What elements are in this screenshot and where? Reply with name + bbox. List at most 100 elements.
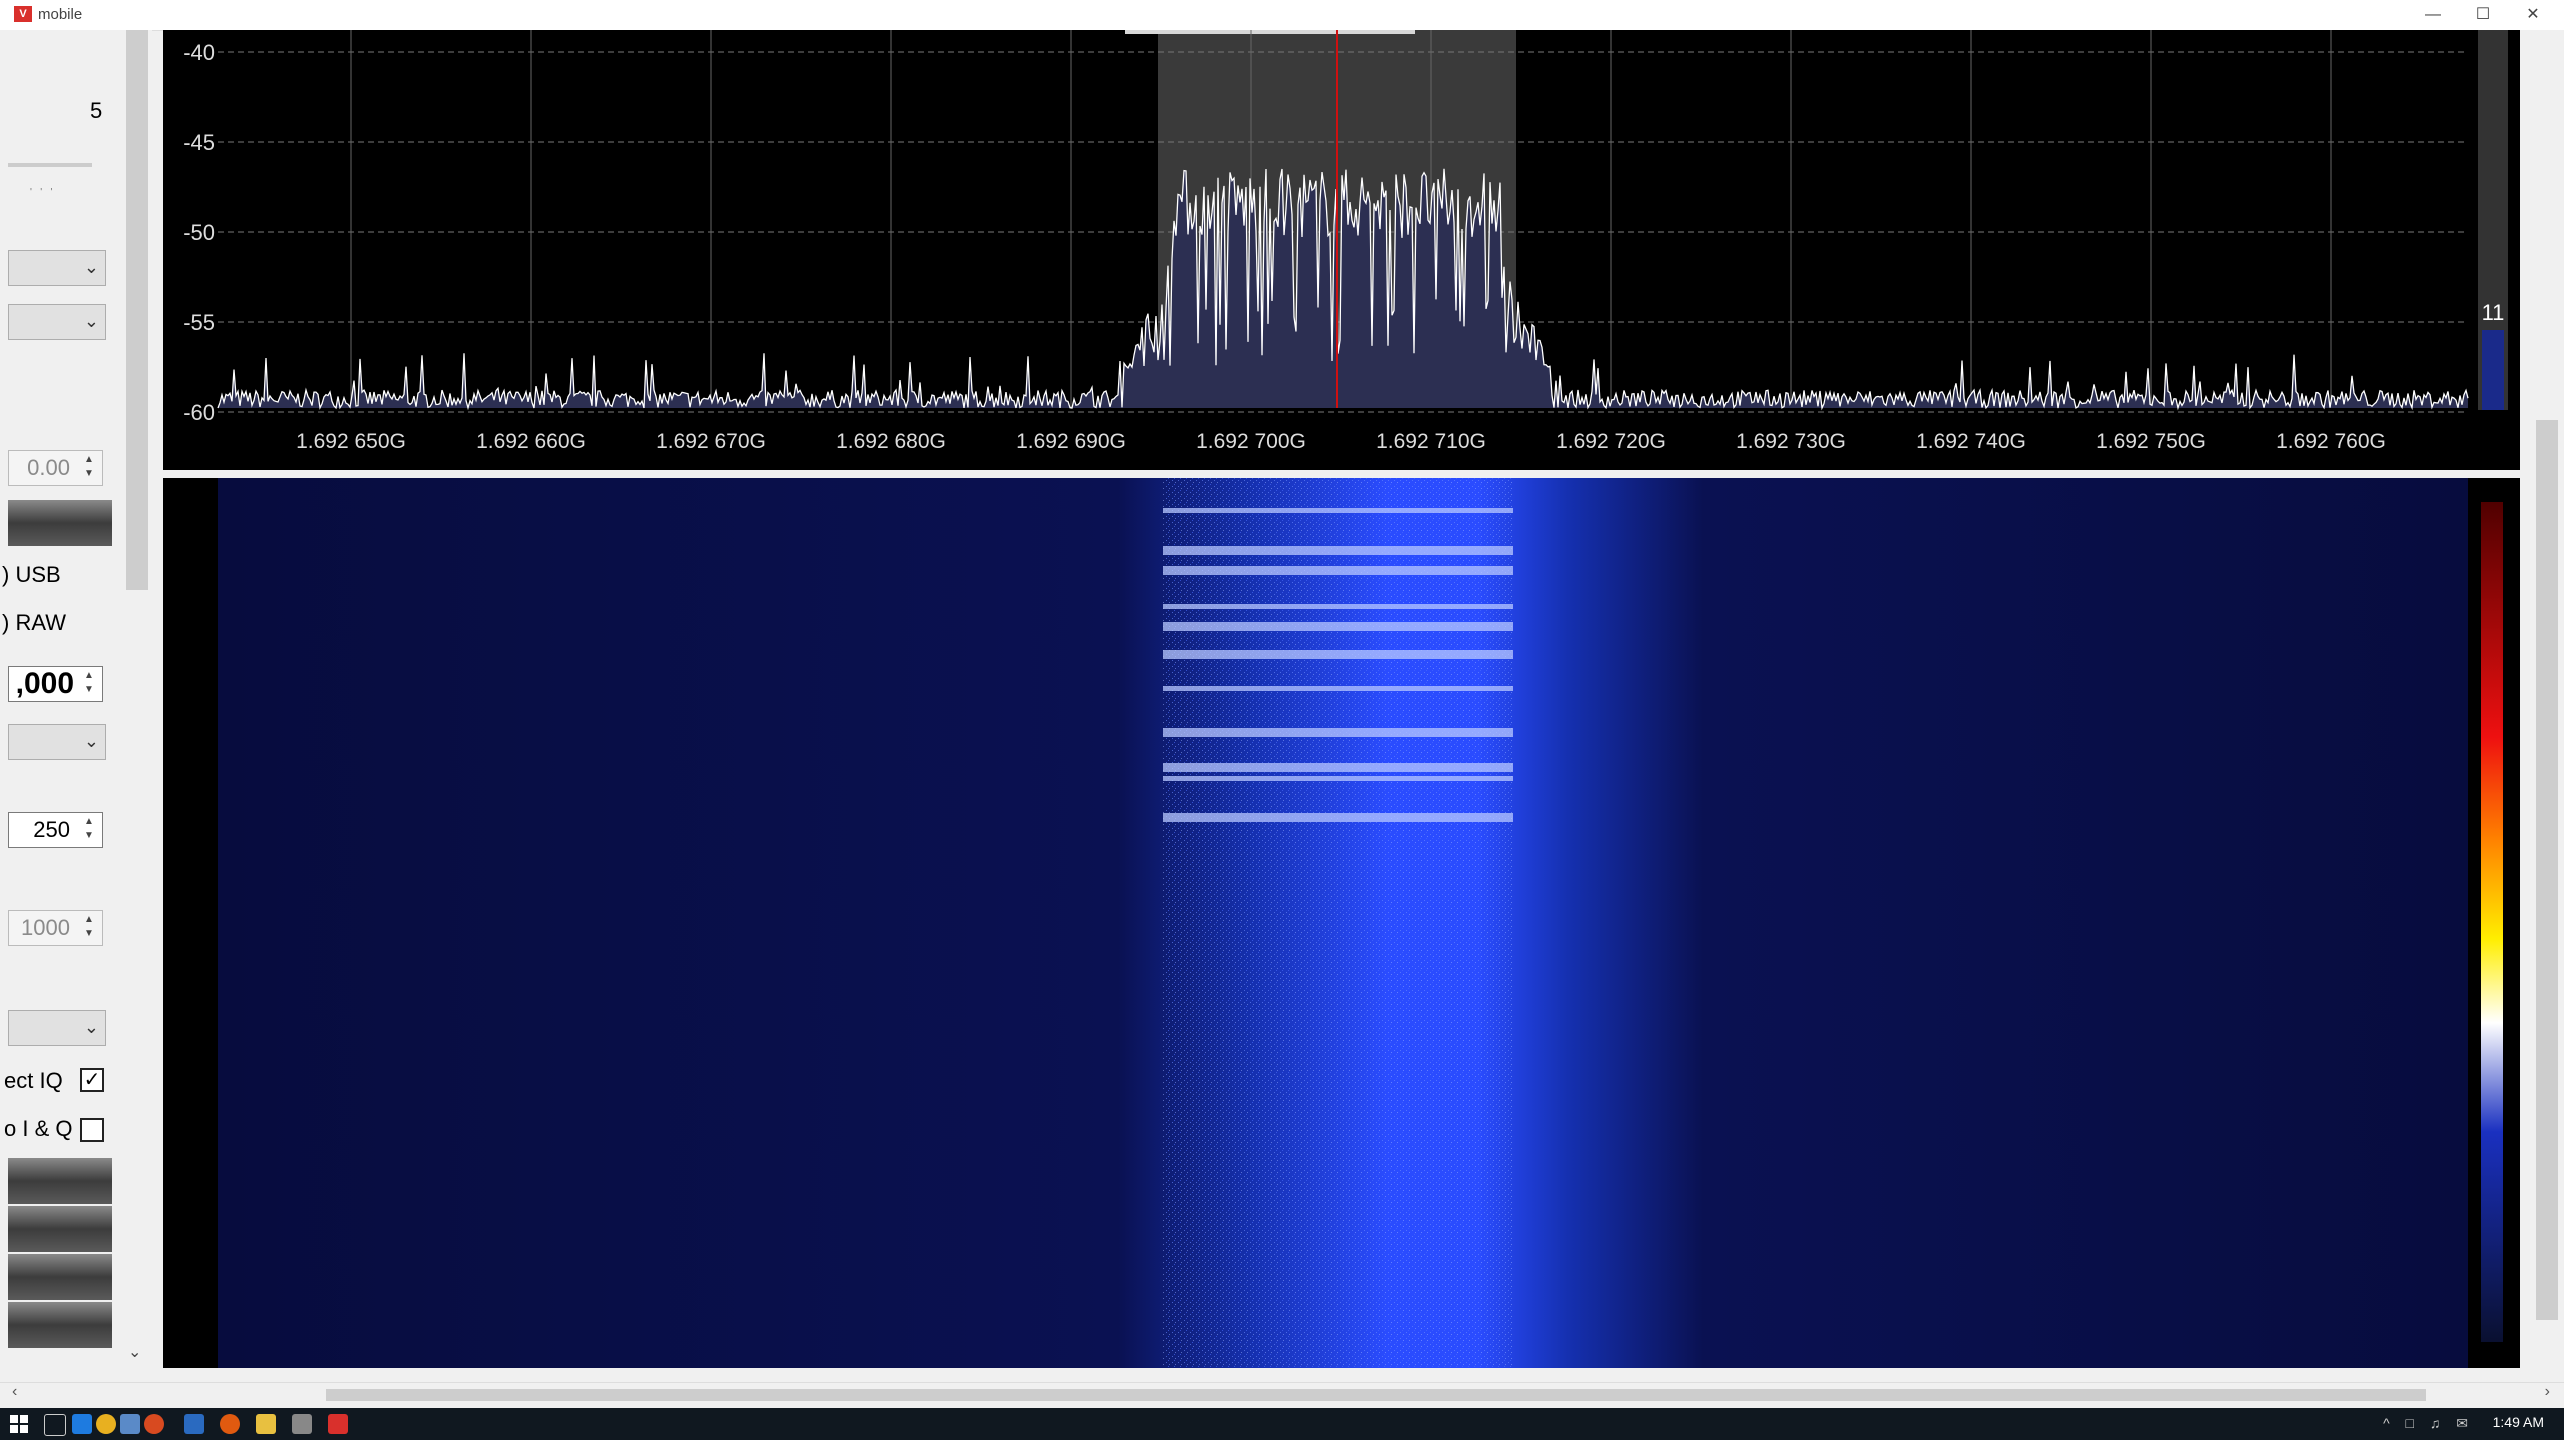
app-icon-3[interactable] (144, 1414, 164, 1434)
spinner-arrows-icon[interactable]: ▲ ▼ (78, 913, 100, 943)
level-meter-fill (2482, 330, 2504, 410)
dropdown-3[interactable]: ⌄ (8, 724, 106, 760)
waterfall-plot (218, 478, 2503, 1368)
x-tick-label: 1.692 660G (476, 430, 586, 453)
chevron-down-icon: ⌄ (83, 1017, 99, 1037)
x-tick-label: 1.692 740G (1916, 430, 2026, 453)
right-scrollbar[interactable] (2536, 420, 2558, 1320)
radio-usb[interactable]: ) USB (2, 562, 61, 588)
burst-line (1163, 546, 1513, 555)
y-tick-label: -50 (183, 220, 215, 245)
app-icon-1[interactable] (72, 1414, 92, 1434)
app-icon-2[interactable] (120, 1414, 140, 1434)
radio-usb-label: USB (15, 562, 61, 587)
burst-line (1163, 813, 1513, 822)
dark-button-2[interactable] (8, 1158, 112, 1204)
spectrum-display[interactable]: -40 -45 -50 -55 -60 1.692 650G 1.692 660G 1.69… (163, 30, 2520, 470)
swap-iq-checkbox[interactable] (80, 1118, 104, 1142)
radio-raw-label: RAW (15, 610, 66, 635)
slider-track[interactable] (8, 163, 92, 167)
slider-ticks: ' ' ' (30, 187, 53, 198)
x-tick-label: 1.692 650G (296, 430, 406, 453)
scroll-down-icon[interactable]: ⌄ (128, 1342, 141, 1362)
y-tick-label: -40 (183, 40, 215, 65)
burst-line (1163, 566, 1513, 575)
offset-value: 0.00 (27, 455, 70, 480)
system-tray[interactable]: ^ □ ♫ ✉ (2383, 1415, 2474, 1432)
x-tick-label: 1.692 760G (2276, 430, 2386, 453)
close-button[interactable]: ✕ (2510, 0, 2556, 30)
spinner-arrows-icon[interactable]: ▲ ▼ (78, 815, 100, 845)
left-panel-scrollbar[interactable]: ⌄ (124, 30, 152, 1370)
app-icon-5[interactable] (220, 1414, 240, 1434)
frequency-spinner[interactable]: ,000 ▲ ▼ (8, 666, 103, 702)
minimize-button[interactable]: — (2410, 0, 2456, 30)
waterfall-noise (1163, 478, 1513, 1368)
dropdown-1[interactable]: ⌄ (8, 250, 106, 286)
sdr-app-icon[interactable] (328, 1414, 348, 1434)
level-value: 11 (2482, 300, 2505, 325)
y-tick-label: -55 (183, 310, 215, 335)
correct-iq-checkbox[interactable]: ✓ (80, 1068, 104, 1092)
maximize-button[interactable]: ☐ (2460, 0, 2506, 30)
spinner-arrows-icon[interactable]: ▲ ▼ (78, 453, 100, 483)
burst-line (1163, 604, 1513, 609)
taskbar: ^ □ ♫ ✉ 1:49 AM (0, 1408, 2564, 1440)
x-tick-label: 1.692 680G (836, 430, 946, 453)
spinner-250[interactable]: 250 ▲ ▼ (8, 812, 103, 848)
y-axis-ticks: -40 -45 -50 -55 -60 (183, 40, 215, 425)
frequency-value: ,000 (15, 667, 74, 700)
burst-line (1163, 650, 1513, 659)
scroll-left-icon[interactable]: ‹ (12, 1383, 17, 1401)
correct-iq-label: ect IQ (4, 1068, 63, 1093)
burst-line (1163, 763, 1513, 772)
file-explorer-icon[interactable] (256, 1414, 276, 1434)
dark-button-5[interactable] (8, 1302, 112, 1348)
scrollbar-thumb[interactable] (126, 30, 148, 590)
x-tick-label: 1.692 690G (1016, 430, 1126, 453)
spinner-arrows-icon[interactable]: ▲ ▼ (78, 669, 100, 699)
burst-line (1163, 776, 1513, 781)
color-scale-bar (2481, 502, 2503, 1342)
spinner-1000[interactable]: 1000 ▲ ▼ (8, 910, 103, 946)
x-tick-label: 1.692 700G (1196, 430, 1306, 453)
spinner-1000-value: 1000 (21, 915, 70, 940)
burst-line (1163, 686, 1513, 691)
waterfall-display[interactable] (163, 478, 2520, 1368)
spinner-250-value: 250 (33, 817, 70, 842)
title-bar: V mobile — ☐ ✕ (0, 0, 2564, 31)
dark-button-3[interactable] (8, 1206, 112, 1252)
burst-line (1163, 622, 1513, 631)
filter-tab[interactable] (1125, 30, 1415, 34)
offset-spinner[interactable]: 0.00 ▲ ▼ (8, 450, 103, 486)
swap-iq-label: o I & Q (4, 1116, 73, 1141)
burst-line (1163, 508, 1513, 513)
radio-raw[interactable]: ) RAW (2, 610, 66, 636)
scroll-right-icon[interactable]: › (2545, 1383, 2550, 1401)
control-panel: 5 ' ' ' ⌄ ⌄ 0.00 ▲ ▼ ) USB ) RAW ,000 ▲ ▼ … (0, 30, 128, 1370)
x-axis-ticks: 1.692 650G 1.692 660G 1.692 670G 1.692 680G… (296, 430, 2386, 453)
dark-button-4[interactable] (8, 1254, 112, 1300)
browser-icon[interactable] (96, 1414, 116, 1434)
x-tick-label: 1.692 670G (656, 430, 766, 453)
chevron-down-icon: ⌄ (83, 257, 99, 277)
app-icon-6[interactable] (292, 1414, 312, 1434)
windows-start-icon[interactable] (10, 1415, 28, 1433)
app-icon: V (14, 6, 32, 22)
dark-button-1[interactable] (8, 500, 112, 546)
x-tick-label: 1.692 710G (1376, 430, 1486, 453)
dropdown-2[interactable]: ⌄ (8, 304, 106, 340)
app-icon-4[interactable] (184, 1414, 204, 1434)
scrollbar-thumb[interactable] (326, 1389, 2426, 1401)
taskbar-clock: 1:49 AM (2492, 1414, 2544, 1430)
dropdown-4[interactable]: ⌄ (8, 1010, 106, 1046)
y-tick-label: -60 (183, 400, 215, 425)
burst-line (1163, 728, 1513, 737)
spectrum-fill (218, 168, 2468, 408)
x-tick-label: 1.692 750G (2096, 430, 2206, 453)
x-tick-label: 1.692 720G (1556, 430, 1666, 453)
task-view-icon[interactable] (44, 1414, 66, 1436)
chevron-down-icon: ⌄ (83, 731, 99, 751)
x-tick-label: 1.692 730G (1736, 430, 1846, 453)
horizontal-scrollbar[interactable]: ‹ › (0, 1382, 2564, 1407)
